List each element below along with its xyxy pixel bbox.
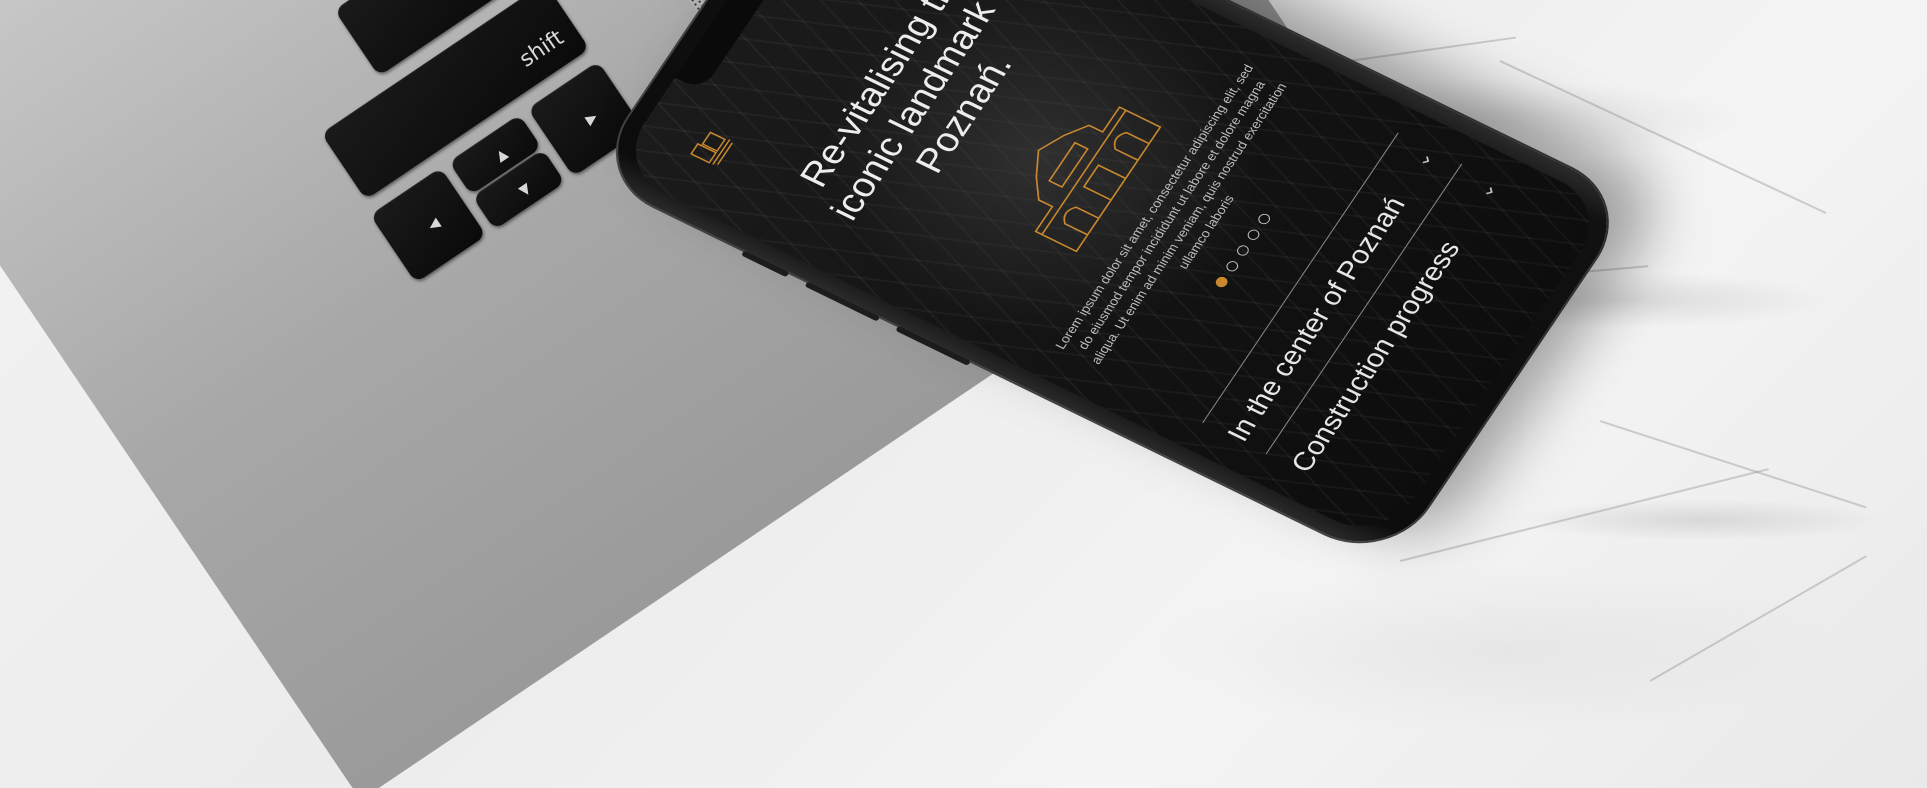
marble-vein	[1599, 420, 1867, 509]
brand-logo-icon	[690, 131, 733, 165]
marble-vein	[1399, 468, 1769, 562]
slider-dot[interactable]	[1255, 212, 1272, 227]
slider-dot[interactable]	[1213, 275, 1230, 290]
marble-vein	[1649, 555, 1868, 682]
return-key-label: return	[446, 0, 516, 5]
chevron-down-icon: ⌄	[1472, 178, 1502, 202]
shift-key-label: shift	[515, 25, 569, 73]
slider-dot[interactable]	[1223, 259, 1241, 274]
arrow-up-icon: ▲	[492, 145, 511, 165]
arrow-left-icon: ◀	[425, 215, 444, 235]
slider-dot[interactable]	[1245, 228, 1262, 243]
arrow-down-icon: ▼	[516, 180, 535, 200]
chevron-down-icon: ⌄	[1408, 147, 1439, 171]
arrow-right-icon: ▶	[582, 108, 601, 129]
scene: delete | \ enter return shift ▲ ▼ ◀	[0, 0, 1927, 788]
slider-dot[interactable]	[1234, 243, 1251, 258]
